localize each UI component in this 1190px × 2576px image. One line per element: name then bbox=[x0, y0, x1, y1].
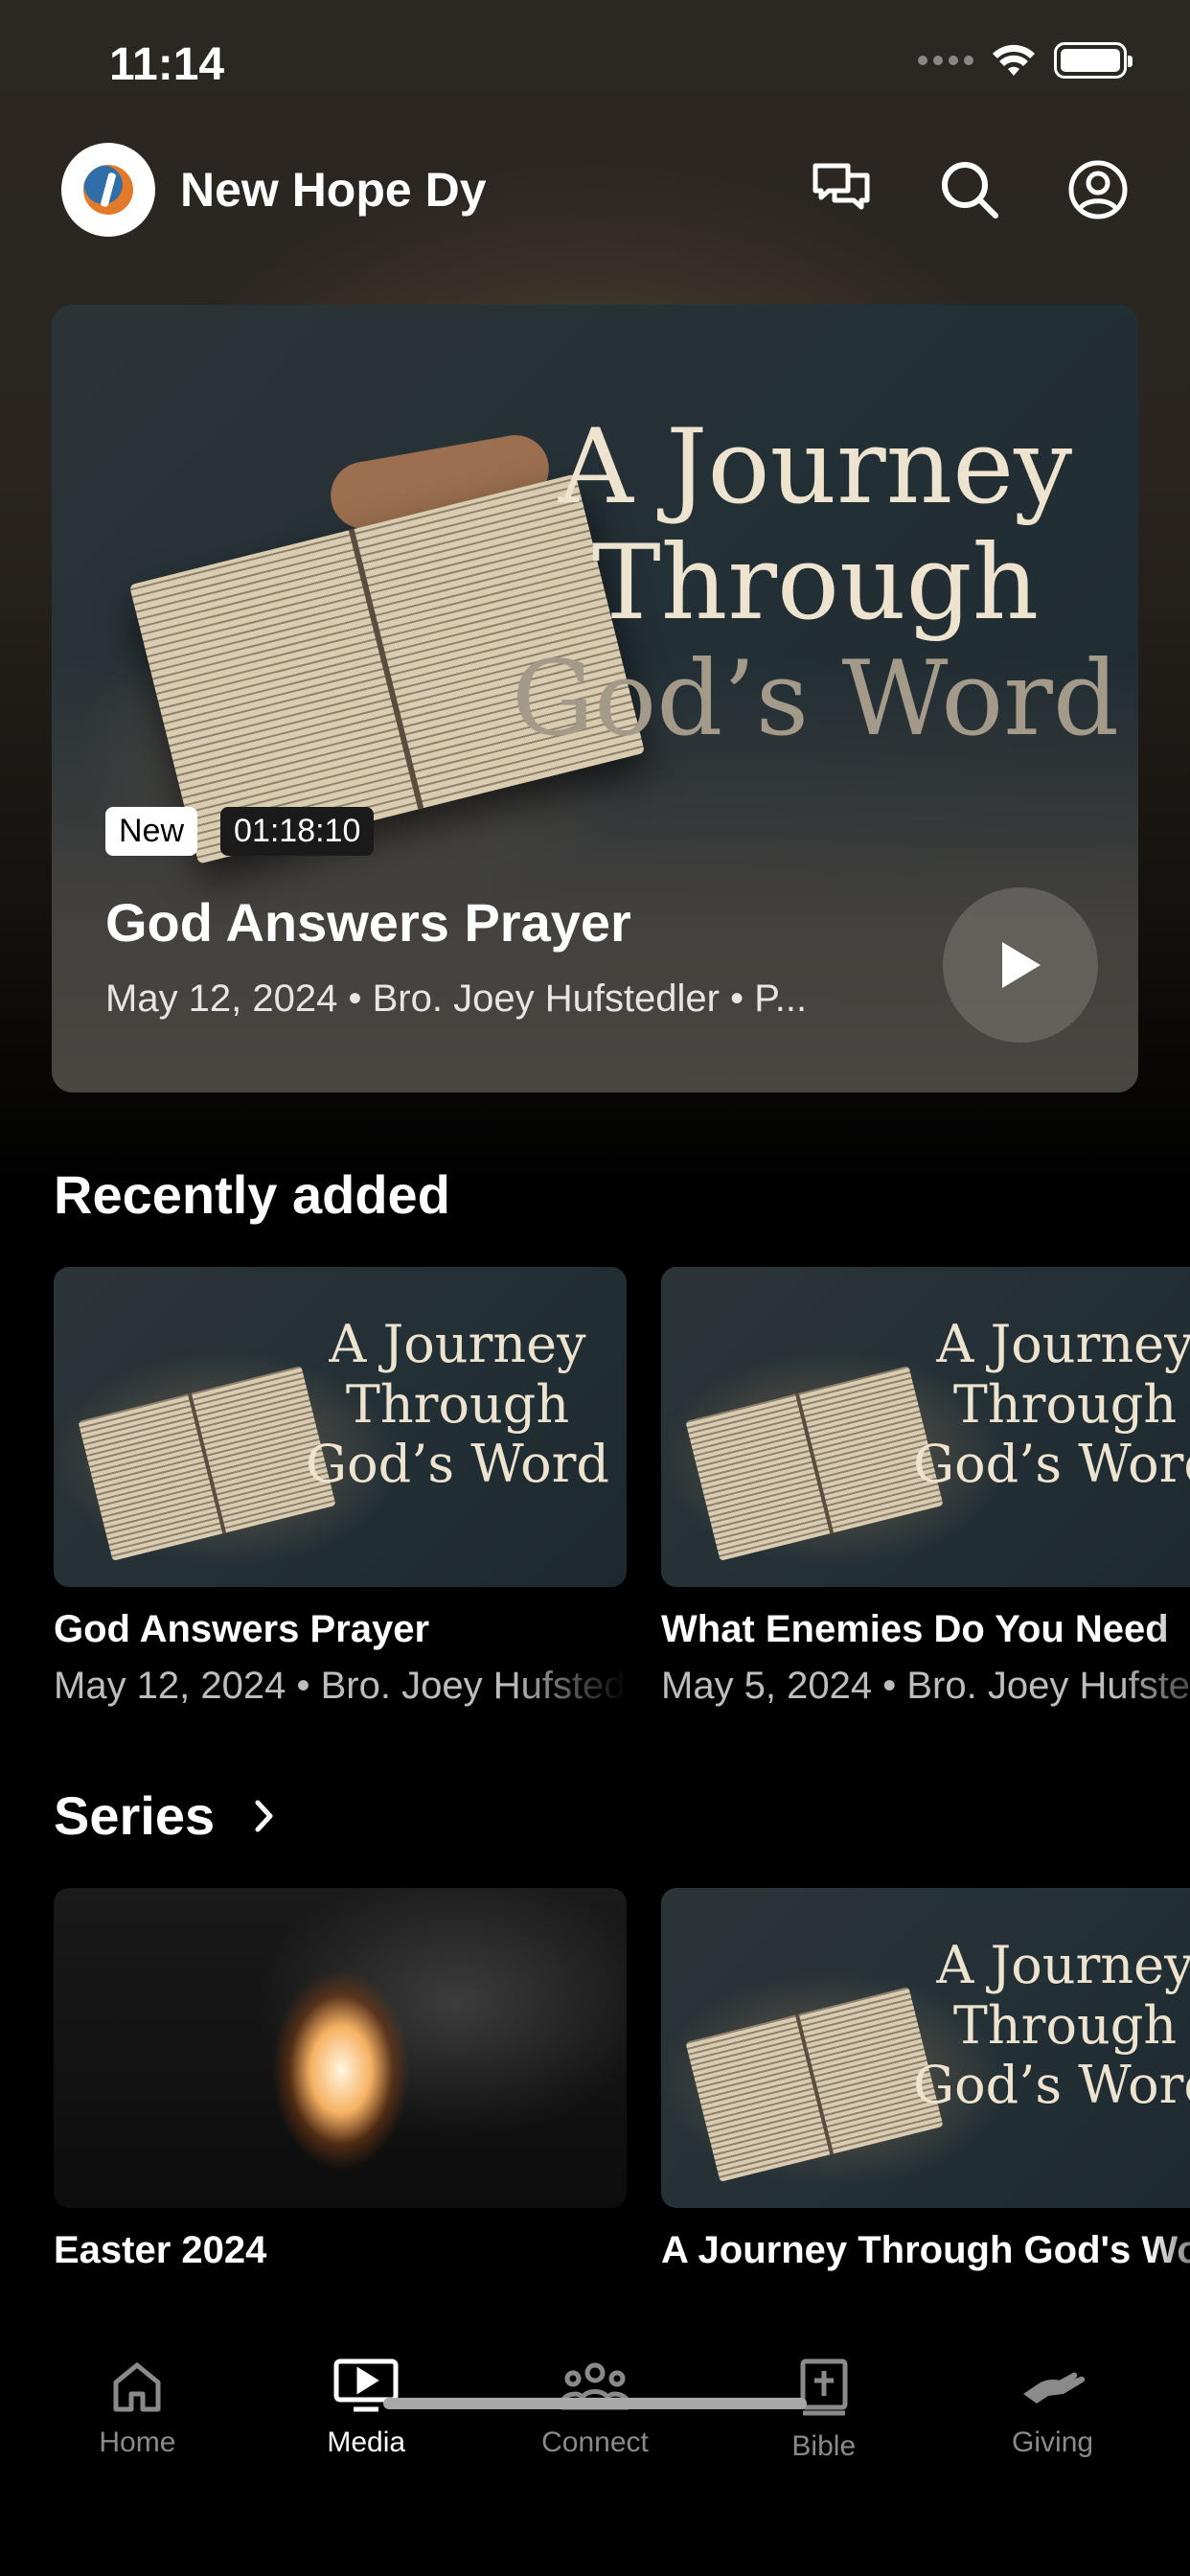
search-icon bbox=[942, 162, 998, 218]
tab-connect[interactable]: Connect bbox=[499, 2358, 691, 2463]
tab-bible[interactable]: Bible bbox=[728, 2358, 920, 2463]
cellular-signal-icon bbox=[918, 56, 973, 65]
play-button[interactable] bbox=[943, 887, 1098, 1043]
org-name[interactable]: New Hope Dy bbox=[180, 162, 487, 218]
church-logo[interactable] bbox=[61, 143, 155, 237]
search-button[interactable] bbox=[939, 159, 1000, 220]
home-icon bbox=[113, 2362, 161, 2412]
profile-icon bbox=[1068, 160, 1128, 219]
bible-icon bbox=[800, 2358, 848, 2416]
media-card[interactable]: A Journey Through God’s Word God Answers… bbox=[54, 1267, 627, 1708]
media-title: What Enemies Do You Need bbox=[661, 1608, 1169, 1650]
app-header: New Hope Dy bbox=[61, 142, 1129, 238]
play-icon bbox=[1002, 942, 1041, 988]
series-title: Easter 2024 bbox=[54, 2229, 267, 2271]
status-time: 11:14 bbox=[109, 39, 225, 90]
status-icons bbox=[918, 42, 1133, 79]
featured-meta: May 12, 2024 • Bro. Joey Hufstedler • P.… bbox=[105, 978, 808, 1020]
chevron-right-icon bbox=[255, 1800, 273, 1831]
profile-button[interactable] bbox=[1067, 159, 1129, 220]
featured-media-card[interactable]: A Journey Through God’s Word New 01:18:1… bbox=[52, 305, 1138, 1092]
wifi-icon bbox=[993, 44, 1035, 76]
series-thumbnail: A Journey Through God’s Word bbox=[661, 1888, 1190, 2208]
series-row: Easter 2024 A Journey Through God’s Word… bbox=[54, 1888, 1190, 2272]
tab-giving[interactable]: Giving bbox=[957, 2358, 1149, 2463]
artwork-title: A Journey Through God’s Word bbox=[512, 407, 1119, 759]
logo-icon bbox=[83, 165, 133, 215]
media-thumbnail: A Journey Through God’s Word bbox=[54, 1267, 627, 1587]
media-meta: May 12, 2024 • Bro. Joey Hufstedler bbox=[54, 1665, 627, 1707]
series-title: A Journey Through God's Word bbox=[661, 2229, 1190, 2271]
chat-icon bbox=[812, 163, 870, 210]
media-card[interactable]: A Journey Through God’s Word What Enemie… bbox=[661, 1267, 1190, 1708]
tab-home[interactable]: Home bbox=[41, 2358, 233, 2463]
media-meta: May 5, 2024 • Bro. Joey Hufstedler bbox=[661, 1665, 1190, 1707]
series-heading[interactable]: Series bbox=[54, 1784, 276, 1847]
new-badge: New bbox=[105, 807, 198, 856]
duration-badge: 01:18:10 bbox=[220, 807, 375, 856]
series-card[interactable]: A Journey Through God’s Word A Journey T… bbox=[661, 1888, 1190, 2272]
media-title: God Answers Prayer bbox=[54, 1608, 430, 1650]
tab-bar: Home Media Connect Bible Giving bbox=[0, 2338, 1190, 2576]
recently-added-heading: Recently added bbox=[54, 1164, 450, 1225]
media-thumbnail: A Journey Through God’s Word bbox=[661, 1267, 1190, 1587]
series-card[interactable]: Easter 2024 bbox=[54, 1888, 627, 2272]
series-thumbnail bbox=[54, 1888, 627, 2208]
featured-title: God Answers Prayer bbox=[105, 892, 631, 953]
recently-added-row: A Journey Through God’s Word God Answers… bbox=[54, 1267, 1190, 1708]
tab-media[interactable]: Media bbox=[270, 2358, 462, 2463]
battery-icon bbox=[1054, 42, 1133, 79]
home-indicator bbox=[383, 2398, 807, 2409]
chat-button[interactable] bbox=[811, 159, 872, 220]
giving-icon bbox=[1022, 2372, 1085, 2404]
